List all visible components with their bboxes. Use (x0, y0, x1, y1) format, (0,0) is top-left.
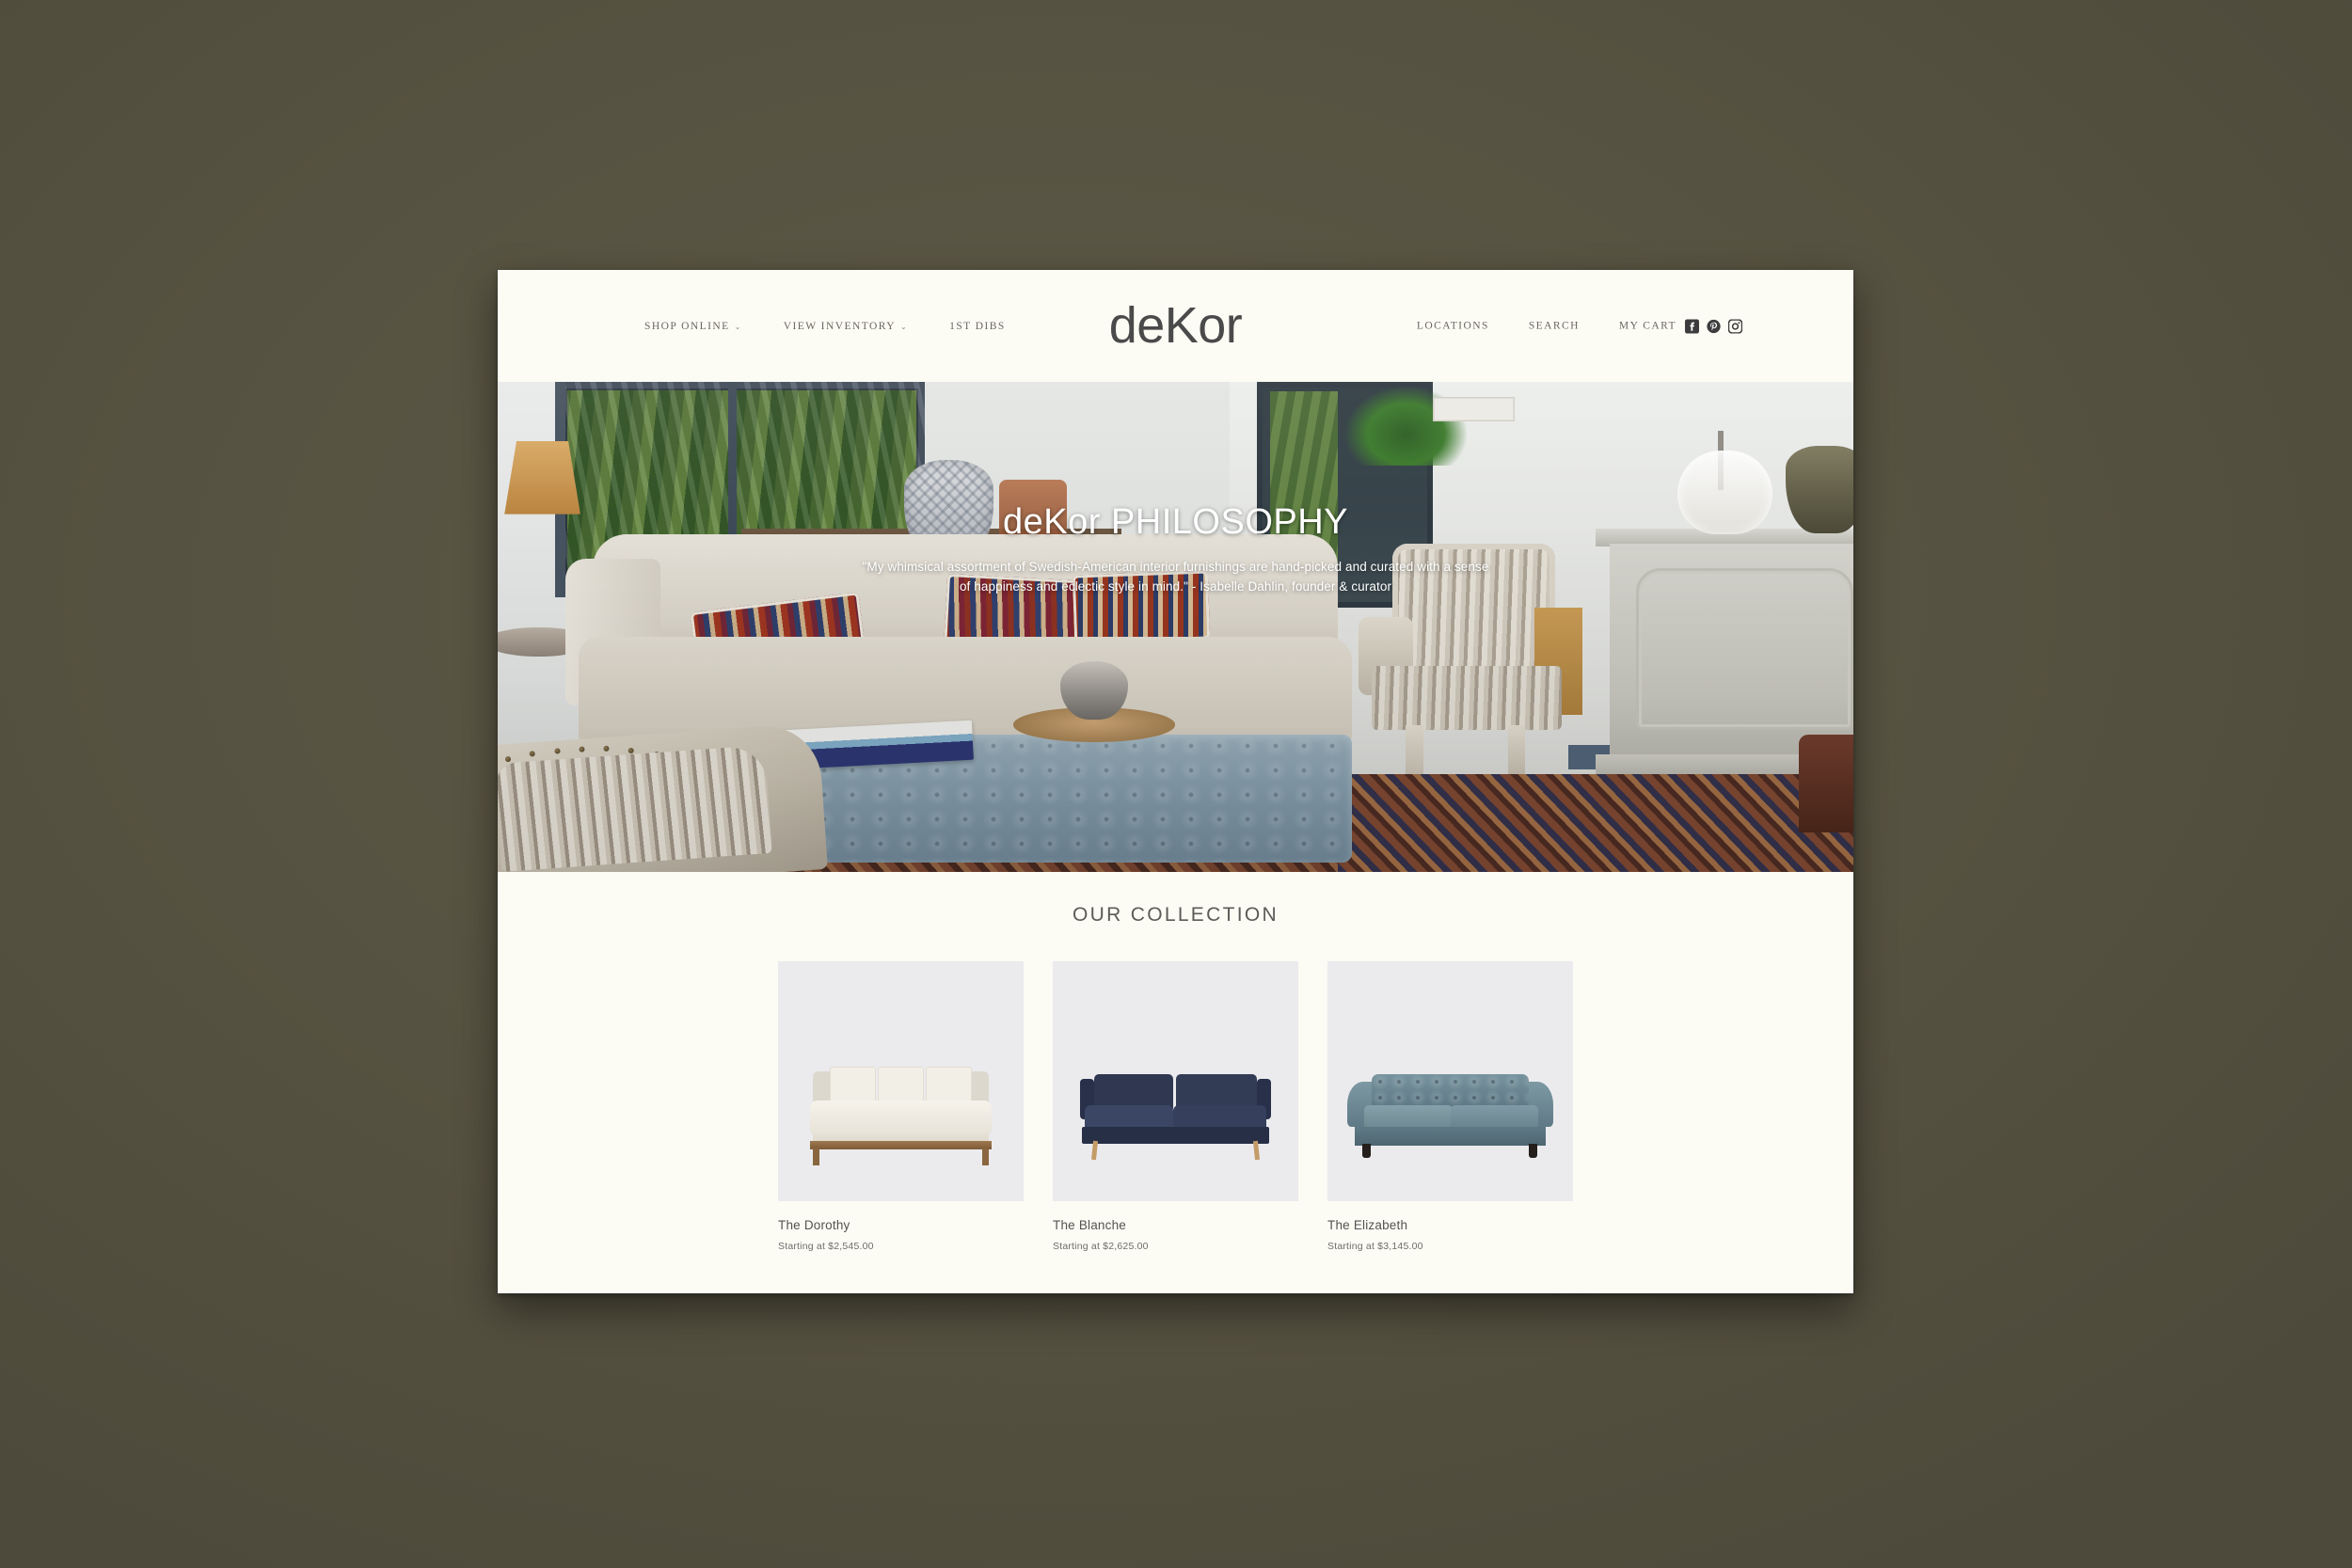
sofa-cushion (925, 1067, 973, 1103)
site-logo[interactable]: deKor (1109, 299, 1243, 350)
hero-title: deKor PHILOSOPHY (498, 504, 1853, 540)
nav-item-1st-dibs[interactable]: 1ST DIBS (949, 321, 1006, 332)
hero-title-rest: PHILOSOPHY (1110, 502, 1349, 542)
nav-item-view-inventory[interactable]: VIEW INVENTORY ⌄ (784, 321, 908, 332)
product-name: The Blanche (1053, 1218, 1126, 1232)
collection-heading: OUR COLLECTION (1073, 904, 1279, 926)
product-card-dorothy[interactable]: The Dorothy Starting at $2,545.00 (778, 961, 1024, 1252)
nailhead-trim (603, 746, 611, 752)
sofa-base (1354, 1126, 1547, 1147)
hero-leather-chair (1799, 735, 1853, 833)
hero-quote: "My whimsical assortment of Swedish-Amer… (498, 558, 1853, 597)
sofa-leg (1090, 1141, 1099, 1161)
product-price: Starting at $2,545.00 (778, 1241, 874, 1252)
site-header: SHOP ONLINE ⌄ VIEW INVENTORY ⌄ 1ST DIBS … (498, 270, 1853, 382)
nav-item-shop-online[interactable]: SHOP ONLINE ⌄ (644, 321, 742, 332)
hero-quote-line-2: of happiness and eclectic style in mind.… (959, 578, 1392, 594)
product-image-blanche[interactable] (1053, 961, 1298, 1201)
nav-label: 1ST DIBS (949, 320, 1006, 332)
nav-label: SHOP ONLINE (644, 320, 730, 332)
product-grid: The Dorothy Starting at $2,545.00 The Bl… (778, 961, 1573, 1252)
nailhead-trim (579, 746, 585, 752)
product-name: The Elizabeth (1327, 1218, 1408, 1232)
hero-foreground-chair-seat (498, 745, 772, 872)
instagram-icon[interactable] (1728, 319, 1742, 333)
product-image-dorothy[interactable] (778, 961, 1024, 1201)
nav-label: MY CART (1618, 320, 1677, 332)
product-card-blanche[interactable]: The Blanche Starting at $2,625.00 (1053, 961, 1298, 1252)
nailhead-trim (530, 751, 536, 758)
sofa-leg (1529, 1143, 1538, 1159)
sofa-cushion (829, 1067, 877, 1103)
hero-lampshade (504, 440, 580, 515)
website-page: SHOP ONLINE ⌄ VIEW INVENTORY ⌄ 1ST DIBS … (498, 270, 1853, 1293)
pinterest-icon[interactable] (1707, 319, 1721, 333)
product-price: Starting at $2,625.00 (1053, 1241, 1149, 1252)
product-name: The Dorothy (778, 1218, 850, 1232)
sofa-leg (1252, 1141, 1261, 1161)
hero-quote-line-1: "My whimsical assortment of Swedish-Amer… (862, 560, 1489, 574)
hero-persian-rug (1311, 773, 1853, 872)
nailhead-trim (554, 748, 561, 754)
secondary-navigation: LOCATIONS SEARCH MY CART (1417, 319, 1742, 333)
hero-banner: deKor PHILOSOPHY "My whimsical assortmen… (498, 382, 1853, 872)
nav-label: SEARCH (1528, 320, 1580, 332)
product-price: Starting at $3,145.00 (1327, 1241, 1423, 1252)
sofa-cushion (877, 1067, 925, 1103)
product-image-elizabeth[interactable] (1327, 961, 1573, 1201)
hero-title-brand: deKor (1002, 502, 1101, 542)
primary-navigation: SHOP ONLINE ⌄ VIEW INVENTORY ⌄ 1ST DIBS (644, 321, 1006, 332)
hero-overlay-text: deKor PHILOSOPHY "My whimsical assortmen… (498, 504, 1853, 597)
nailhead-trim (505, 755, 512, 762)
nav-item-locations[interactable]: LOCATIONS (1417, 321, 1489, 332)
sofa-wood-base (809, 1141, 993, 1150)
sofa-base (1082, 1126, 1269, 1144)
chevron-down-icon: ⌄ (734, 322, 742, 331)
nav-item-search[interactable]: SEARCH (1529, 321, 1580, 332)
sofa-leg (981, 1148, 990, 1165)
social-links (1685, 319, 1742, 333)
sofa-leg (812, 1148, 820, 1165)
hero-striped-chair-seat (1372, 666, 1563, 730)
chevron-down-icon: ⌄ (899, 322, 909, 331)
nav-label: LOCATIONS (1416, 320, 1489, 332)
nav-item-my-cart[interactable]: MY CART (1619, 319, 1742, 333)
hero-silver-vessel (1060, 660, 1129, 721)
sofa-leg (1361, 1143, 1371, 1159)
nav-label: VIEW INVENTORY (783, 320, 896, 332)
facebook-icon[interactable] (1685, 319, 1699, 333)
product-card-elizabeth[interactable]: The Elizabeth Starting at $3,145.00 (1327, 961, 1573, 1252)
nailhead-trim (628, 747, 635, 753)
collection-section: OUR COLLECTION The Dorothy Starting at $… (498, 872, 1853, 1252)
hero-light-switch (1433, 396, 1515, 421)
